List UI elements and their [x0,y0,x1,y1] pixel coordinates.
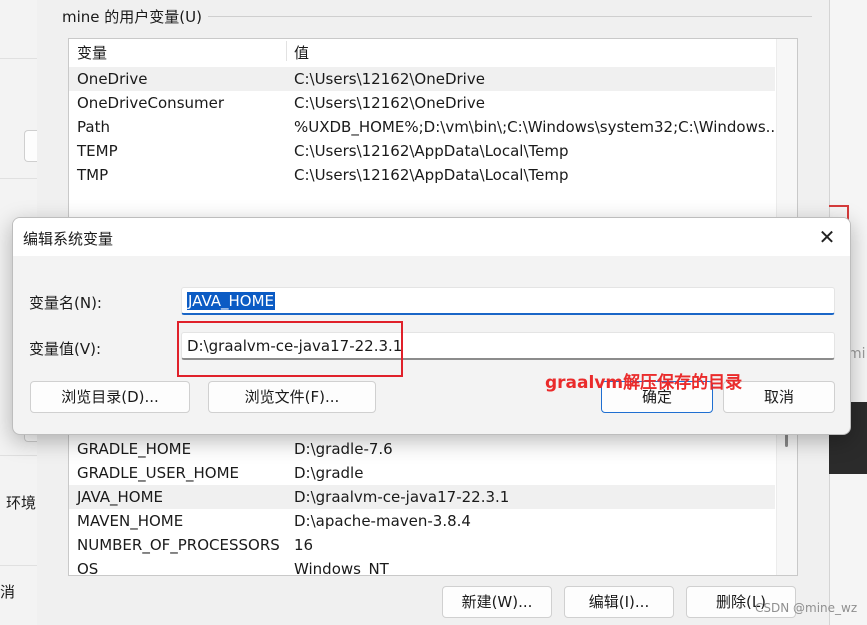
annotation-highlight-box [177,321,403,377]
table-row[interactable]: GRADLE_USER_HOME D:\gradle [69,461,775,485]
new-variable-button[interactable]: 新建(W)... [442,586,552,618]
variable-value-label: 变量值(V): [29,340,102,358]
group-border [208,16,812,17]
table-row[interactable]: OS Windows_NT [69,557,775,576]
variable-name: NUMBER_OF_PROCESSORS [77,536,280,554]
table-row[interactable]: OneDrive C:\Users\12162\OneDrive [69,67,775,91]
variable-value: %UXDB_HOME%;D:\vm\bin\;C:\Windows\system… [294,118,780,136]
variable-name: MAVEN_HOME [77,512,184,530]
user-vars-group-title: mine 的用户变量(U) [62,8,202,26]
table-row[interactable]: JAVA_HOME D:\graalvm-ce-java17-22.3.1 [69,485,775,509]
browse-directory-button[interactable]: 浏览目录(D)... [30,381,190,413]
background-control [24,130,38,162]
background-label: 环境 [6,494,37,512]
watermark: CSDN @mine_wz [755,601,858,615]
variable-name: TEMP [77,142,118,160]
variable-name-input[interactable]: JAVA_HOME [181,287,835,315]
variable-value: 16 [294,536,314,554]
vertical-scrollbar[interactable] [776,425,797,575]
variable-name: OS [77,560,99,576]
variable-name: GRADLE_USER_HOME [77,464,239,482]
variable-name: TMP [77,166,109,184]
annotation-text: graalvm解压保存的目录 [545,373,743,393]
column-header-value[interactable]: 值 [294,42,309,63]
variable-name: Path [77,118,110,136]
dialog-titlebar[interactable]: 编辑系统变量 ✕ [13,218,850,256]
table-row[interactable]: MAVEN_HOME D:\apache-maven-3.8.4 [69,509,775,533]
edit-variable-button[interactable]: 编辑(I)... [564,586,674,618]
variable-value: C:\Users\12162\AppData\Local\Temp [294,166,569,184]
variable-name-value: JAVA_HOME [187,292,276,310]
variable-name: OneDrive [77,70,148,88]
variable-value: D:\gradle-7.6 [294,440,393,458]
table-row[interactable]: GRADLE_HOME D:\gradle-7.6 [69,437,775,461]
background-divider [0,178,37,179]
background-divider [0,565,37,566]
edit-system-variable-dialog: 编辑系统变量 ✕ 变量名(N): JAVA_HOME 变量值(V): D:\gr… [12,217,851,435]
variable-name: GRADLE_HOME [77,440,192,458]
variable-name: OneDriveConsumer [77,94,225,112]
system-variables-list[interactable]: GRADLE_HOME D:\gradle-7.6 GRADLE_USER_HO… [68,424,798,576]
dialog-title: 编辑系统变量 [23,230,114,248]
user-variables-list[interactable]: 变量 值 OneDrive C:\Users\12162\OneDrive On… [68,38,798,230]
table-row[interactable]: TMP C:\Users\12162\AppData\Local\Temp [69,163,775,187]
browse-file-button[interactable]: 浏览文件(F)... [208,381,376,413]
variable-value: D:\gradle [294,464,364,482]
vertical-scrollbar[interactable] [776,39,797,229]
background-divider [0,58,37,59]
variable-name: JAVA_HOME [77,488,164,506]
background-divider [0,455,37,456]
table-row[interactable]: OneDriveConsumer C:\Users\12162\OneDrive [69,91,775,115]
table-row[interactable]: Path %UXDB_HOME%;D:\vm\bin\;C:\Windows\s… [69,115,780,139]
variable-value: Windows_NT [294,560,389,576]
variable-value: C:\Users\12162\OneDrive [294,70,485,88]
table-row[interactable]: TEMP C:\Users\12162\AppData\Local\Temp [69,139,775,163]
variable-value: C:\Users\12162\OneDrive [294,94,485,112]
variable-value: D:\apache-maven-3.8.4 [294,512,471,530]
close-icon[interactable]: ✕ [812,222,842,252]
list-header: 变量 值 [69,39,775,63]
table-row[interactable]: NUMBER_OF_PROCESSORS 16 [69,533,775,557]
column-separator[interactable] [286,41,287,61]
variable-name-label: 变量名(N): [29,294,102,312]
background-label: 消 [0,583,16,601]
variable-value: D:\graalvm-ce-java17-22.3.1 [294,488,510,506]
variable-value: C:\Users\12162\AppData\Local\Temp [294,142,569,160]
column-header-variable[interactable]: 变量 [77,42,107,63]
